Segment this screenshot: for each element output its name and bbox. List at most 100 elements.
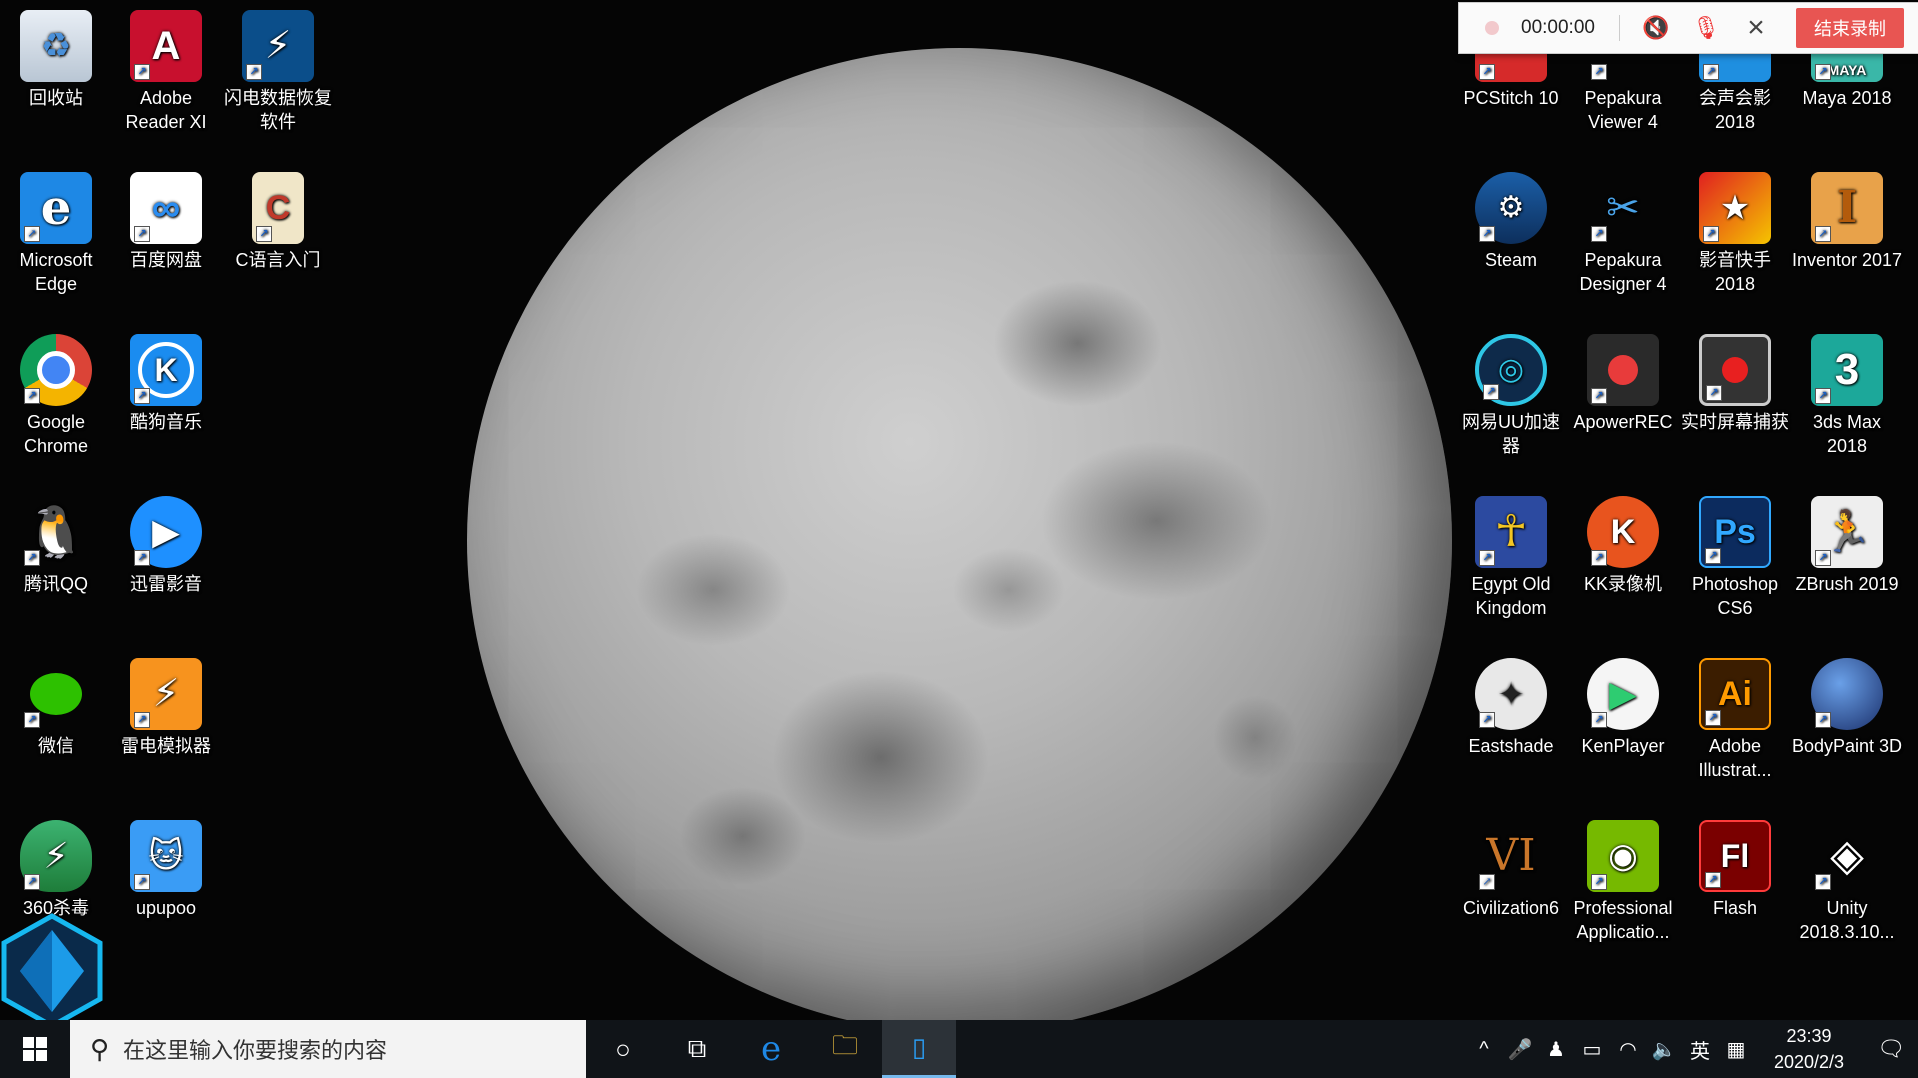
qq-penguin-icon: 🐧 ↗ [24, 504, 88, 566]
shortcut-arrow-icon: ↗ [1591, 712, 1607, 728]
desktop-icon-qq[interactable]: 🐧 ↗ 腾讯QQ [0, 496, 112, 596]
desktop-icon-uu[interactable]: ◎ ↗ 网易UU加速器 [1455, 334, 1567, 458]
icon-label: ApowerREC [1573, 412, 1673, 432]
input-method-indicator[interactable]: 英 [1682, 1035, 1718, 1064]
desktop-icon-pepakura-designer[interactable]: ✂ ↗ Pepakura Designer 4 [1567, 172, 1679, 296]
desktop-icon-3dsmax[interactable]: 3 ↗ 3ds Max 2018 [1791, 334, 1903, 458]
desktop-icon-unity[interactable]: ◈ ↗ Unity 2018.3.10... [1791, 820, 1903, 944]
desktop-icon-xunlei[interactable]: ▶ ↗ 迅雷影音 [110, 496, 222, 596]
desktop-icon-edge[interactable]: e ↗ Microsoft Edge [0, 172, 112, 296]
task-view-button[interactable]: ⧉ [660, 1020, 734, 1078]
shortcut-arrow-icon: ↗ [1705, 548, 1721, 564]
desktop-icon-steam[interactable]: ⚙ ↗ Steam [1455, 172, 1567, 272]
icon-label: 微信 [38, 736, 74, 756]
taskbar-active-app[interactable]: ▯ [882, 1020, 956, 1078]
desktop-icon-photoshop[interactable]: Ps ↗ Photoshop CS6 [1679, 496, 1791, 620]
desktop-icon-egypt[interactable]: ☥ ↗ Egypt Old Kingdom [1455, 496, 1567, 620]
flash-icon: Fl ↗ [1699, 820, 1771, 892]
desktop-icon-nvidia[interactable]: ◉ ↗ Professional Applicatio... [1567, 820, 1679, 944]
battery-icon[interactable]: ▭ [1574, 1037, 1610, 1062]
desktop-icon-c-lang[interactable]: C ↗ C语言入门 [222, 172, 334, 272]
lightning-recovery-icon: ⚡ ↗ [242, 10, 314, 82]
wechat-icon: ↗ [20, 658, 92, 730]
desktop-icon-recycle-bin[interactable]: ♻ 回收站 [0, 10, 112, 110]
icon-label: KenPlayer [1581, 736, 1665, 756]
desktop-icon-yingyin[interactable]: ★ ↗ 影音快手 2018 [1679, 172, 1791, 296]
desktop-icon-bodypaint[interactable]: ↗ BodyPaint 3D [1791, 658, 1903, 758]
desktop-icon-data-recovery[interactable]: ⚡ ↗ 闪电数据恢复软件 [222, 10, 334, 134]
app-tray-icon[interactable]: ♟ [1538, 1037, 1574, 1062]
3dsmax-icon: 3 ↗ [1811, 334, 1883, 406]
icon-label: 迅雷影音 [130, 574, 202, 594]
desktop-icon-chrome[interactable]: ↗ Google Chrome [0, 334, 112, 458]
desktop-icon-zbrush[interactable]: 🏃 ↗ ZBrush 2019 [1791, 496, 1903, 596]
icon-label: C语言入门 [235, 250, 321, 270]
tablet-app-icon: ▯ [911, 1032, 927, 1062]
desktop-icon-kugou[interactable]: K ↗ 酷狗音乐 [110, 334, 222, 434]
taskbar-file-explorer[interactable]: 🗀 [808, 1020, 882, 1078]
show-hidden-icons-chevron-icon[interactable]: ^ [1466, 1038, 1502, 1061]
desktop-icon-illustrator[interactable]: Ai ↗ Adobe Illustrat... [1679, 658, 1791, 782]
nvidia-eye-icon: ◉ ↗ [1587, 820, 1659, 892]
shortcut-arrow-icon: ↗ [134, 550, 150, 566]
icon-label: Maya 2018 [1802, 88, 1892, 108]
search-icon: ⚲ [90, 1033, 110, 1064]
clock-date: 2020/2/3 [1773, 1052, 1845, 1072]
desktop-icon-kenplayer[interactable]: ▶ ↗ KenPlayer [1567, 658, 1679, 758]
stop-recording-button[interactable]: 结束录制 [1795, 8, 1904, 48]
volume-icon[interactable]: 🔈 [1646, 1037, 1682, 1062]
unity-cube-icon: ◈ ↗ [1811, 820, 1883, 892]
kk-recorder-icon: K ↗ [1587, 496, 1659, 568]
microphone-tray-icon[interactable]: 🎤 [1502, 1037, 1538, 1062]
start-button[interactable] [0, 1020, 70, 1078]
icon-label: Google Chrome [23, 412, 89, 456]
notification-center-icon[interactable]: 🗨 [1864, 1036, 1918, 1062]
windows-logo-icon [23, 1037, 47, 1061]
cortana-circle-icon: ○ [615, 1033, 631, 1064]
shield-bolt-icon: ⚡ ↗ [20, 820, 92, 892]
icon-label: Photoshop CS6 [1691, 574, 1779, 618]
microphone-muted-icon[interactable]: 🎙 [1688, 10, 1724, 46]
close-icon[interactable]: × [1738, 10, 1774, 46]
icon-label: Steam [1484, 250, 1538, 270]
taskbar-edge[interactable]: e [734, 1020, 808, 1078]
shortcut-arrow-icon: ↗ [1706, 385, 1722, 401]
icon-label: Inventor 2017 [1791, 250, 1903, 270]
icon-label: Adobe Illustrat... [1698, 736, 1772, 780]
speaker-muted-icon[interactable]: 🔇 [1638, 10, 1674, 46]
wifi-icon[interactable]: ◠ [1610, 1037, 1646, 1062]
shortcut-arrow-icon: ↗ [1479, 712, 1495, 728]
icon-label: Egypt Old Kingdom [1471, 574, 1551, 618]
icon-label: 实时屏幕捕获 [1681, 412, 1789, 432]
cortana-button[interactable]: ○ [586, 1020, 660, 1078]
icon-label: 腾讯QQ [23, 574, 88, 594]
desktop-icon-baidu-pan[interactable]: ∞ ↗ 百度网盘 [110, 172, 222, 272]
desktop: ♻ 回收站 e ↗ Microsoft Edge ↗ Google Chrome … [0, 0, 1918, 1020]
icon-label: upupoo [135, 898, 197, 918]
desktop-icon-eastshade[interactable]: ✦ ↗ Eastshade [1455, 658, 1567, 758]
desktop-icon-360[interactable]: ⚡ ↗ 360杀毒 [0, 820, 112, 920]
yingyin-star-icon: ★ ↗ [1699, 172, 1771, 244]
hexagon-app-logo-icon[interactable] [0, 912, 104, 1020]
icon-label: ZBrush 2019 [1795, 574, 1899, 594]
record-timer: 00:00:00 [1521, 17, 1595, 38]
desktop-icon-flash[interactable]: Fl ↗ Flash [1679, 820, 1791, 920]
desktop-icon-adobe-reader[interactable]: A ↗ Adobe Reader XI [110, 10, 222, 134]
desktop-icon-leidian[interactable]: ⚡ ↗ 雷电模拟器 [110, 658, 222, 758]
desktop-icon-screen-capture[interactable]: ↗ 实时屏幕捕获 [1679, 334, 1791, 434]
desktop-icon-inventor[interactable]: I ↗ Inventor 2017 [1791, 172, 1903, 272]
icon-label: 影音快手 2018 [1699, 250, 1771, 294]
illustrator-icon: Ai ↗ [1699, 658, 1771, 730]
icon-label: 百度网盘 [130, 250, 202, 270]
desktop-icon-upupoo[interactable]: 🐱 ↗ upupoo [110, 820, 222, 920]
desktop-icon-kk[interactable]: K ↗ KK录像机 [1567, 496, 1679, 596]
desktop-icon-civ6[interactable]: VI ↗ Civilization6 [1455, 820, 1567, 920]
taskbar-search-box[interactable]: ⚲ 在这里输入你要搜索的内容 [70, 1020, 586, 1078]
ime-grid-icon[interactable]: ▦ [1718, 1037, 1754, 1062]
kenplayer-icon: ▶ ↗ [1587, 658, 1659, 730]
shortcut-arrow-icon: ↗ [256, 226, 272, 242]
system-clock[interactable]: 23:39 2020/2/3 [1754, 1023, 1864, 1075]
icon-label: PCStitch 10 [1463, 88, 1559, 108]
desktop-icon-wechat[interactable]: ↗ 微信 [0, 658, 112, 758]
desktop-icon-apowerrec[interactable]: ↗ ApowerREC [1567, 334, 1679, 434]
